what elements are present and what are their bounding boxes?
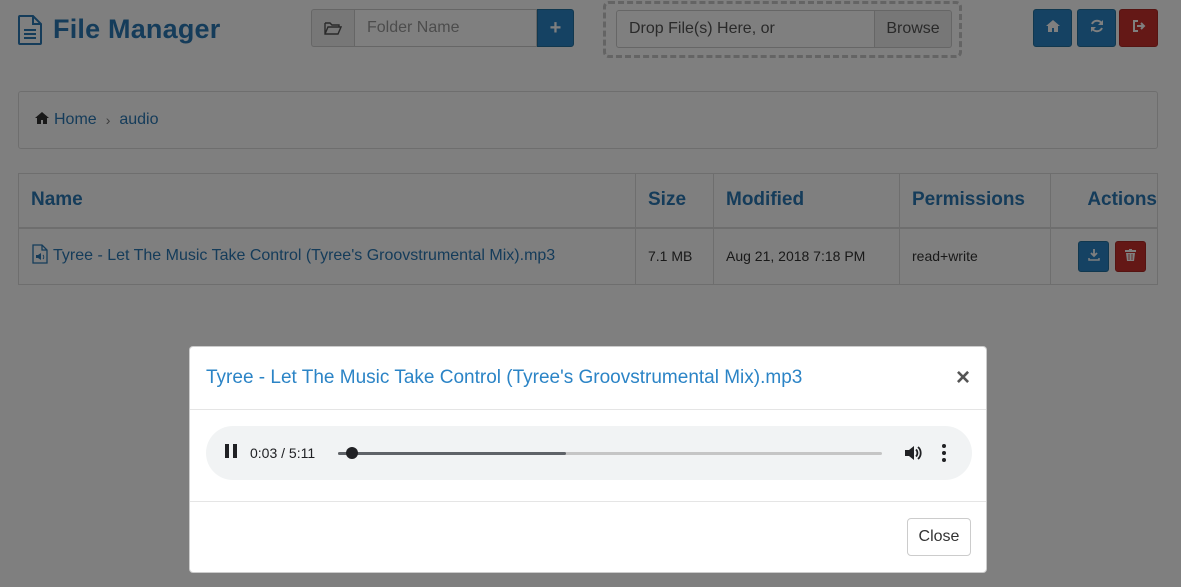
modal-close-button[interactable]: Close (907, 518, 971, 556)
seek-thumb[interactable] (346, 447, 359, 459)
seek-buffered (338, 452, 567, 455)
audio-player: 0:03 / 5:11 (206, 426, 972, 480)
player-time: 0:03 / 5:11 (250, 445, 316, 461)
modal-close-x-button[interactable]: × (956, 366, 970, 390)
modal-title: Tyree - Let The Music Take Control (Tyre… (206, 367, 803, 388)
audio-modal: Tyree - Let The Music Take Control (Tyre… (189, 346, 987, 573)
volume-icon[interactable] (903, 443, 923, 468)
seek-bar[interactable] (338, 447, 882, 459)
pause-icon[interactable] (224, 443, 238, 464)
more-vert-icon[interactable] (941, 443, 947, 468)
